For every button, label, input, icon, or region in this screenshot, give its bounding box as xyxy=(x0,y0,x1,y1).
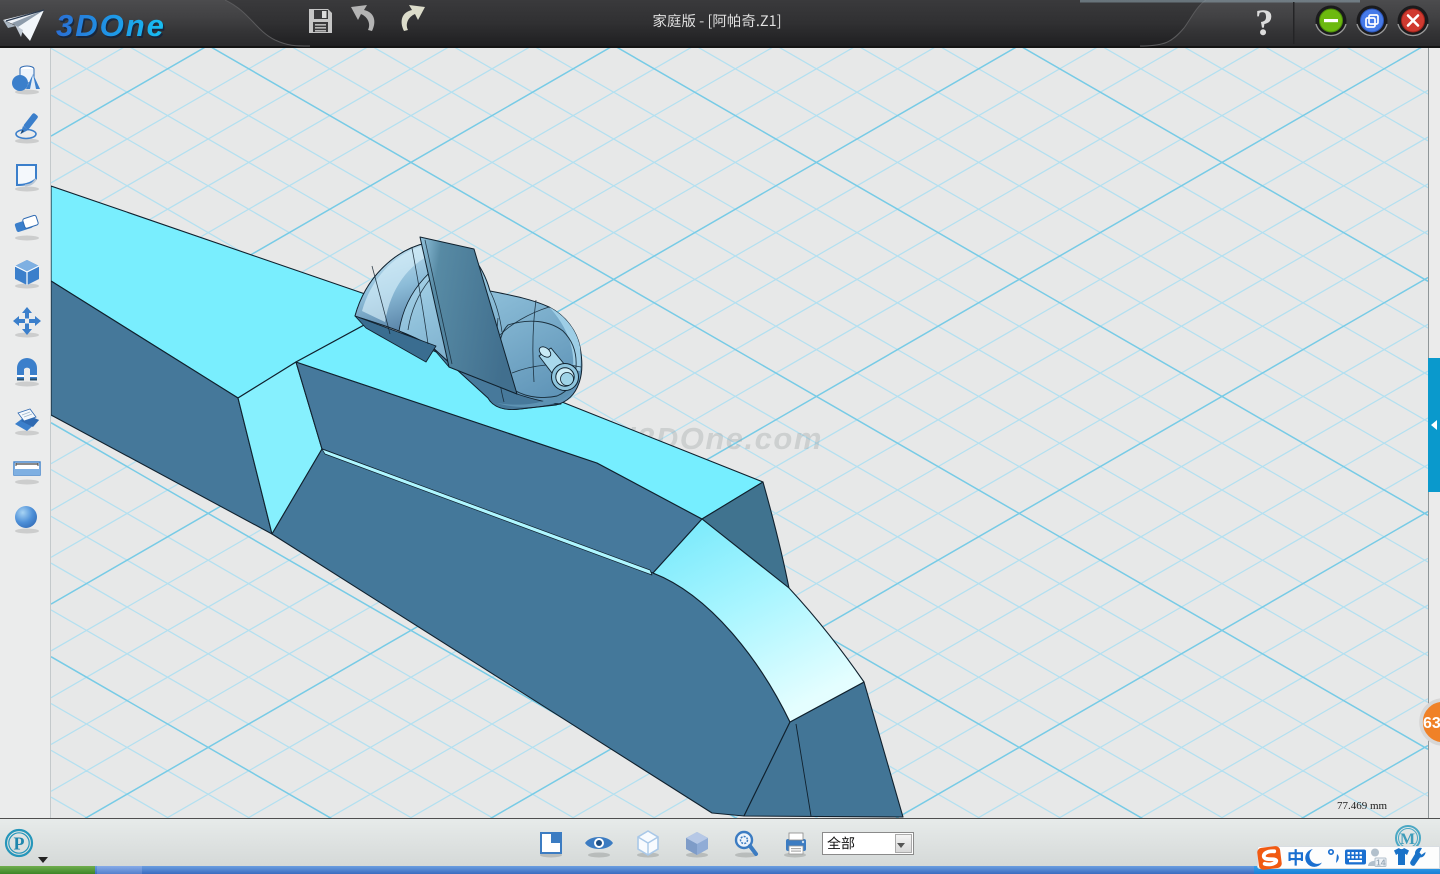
svg-text:63: 63 xyxy=(1423,715,1440,732)
svg-text:14: 14 xyxy=(1376,858,1386,868)
svg-text:3DOne: 3DOne xyxy=(56,8,166,43)
svg-text:?: ? xyxy=(1255,3,1274,44)
